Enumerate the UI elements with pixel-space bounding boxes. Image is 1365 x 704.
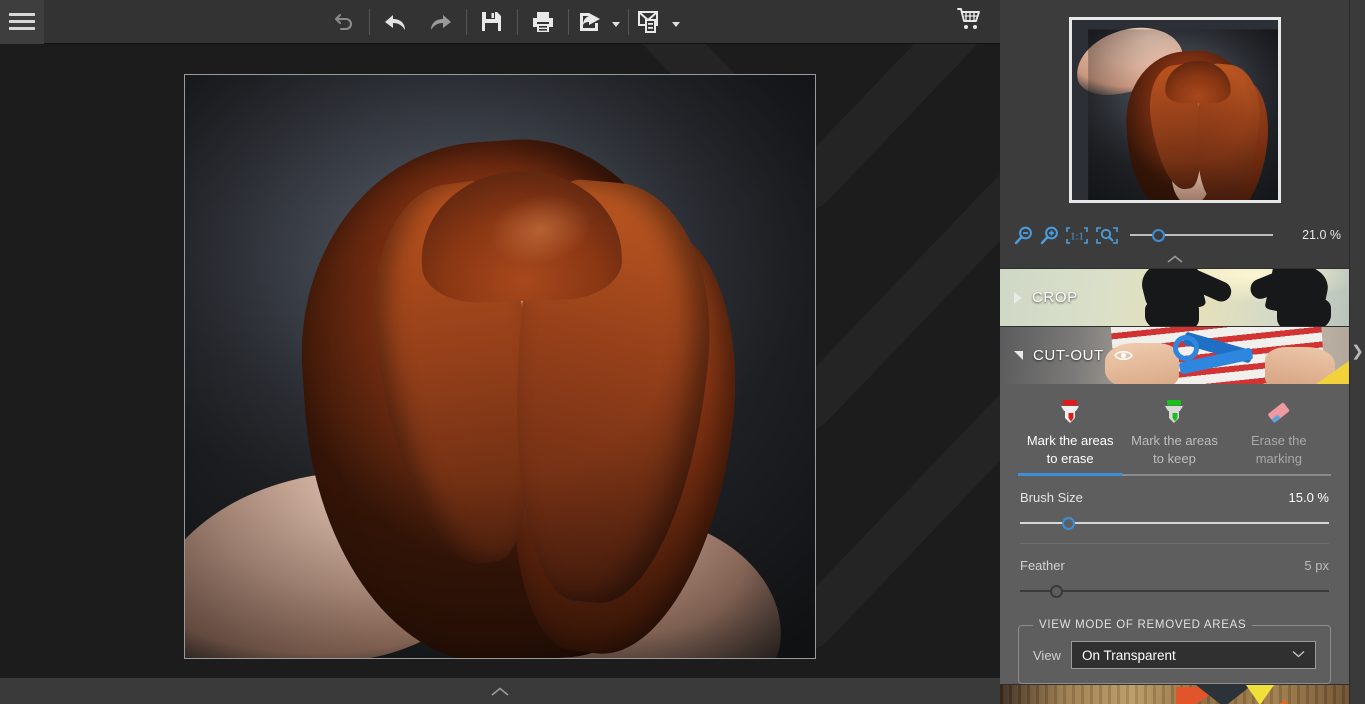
preview-thumbnail[interactable] [1068, 17, 1281, 203]
brush-size-label: Brush Size [1020, 490, 1083, 505]
zoom-level-value: 21.0 % [1302, 228, 1341, 242]
edited-photo[interactable] [184, 74, 816, 659]
cutout-title-row: CUT-OUT [1000, 347, 1133, 364]
cutout-tool-buttons: Mark the areas to erase Mark the areas to [1000, 394, 1349, 474]
actual-size-1-1-icon[interactable]: 1:1 [1064, 223, 1090, 247]
collapse-triangle-icon[interactable] [1014, 351, 1023, 360]
application-window: 1:1 21.0 % CROP CUT-OUT Mark the areas t… [0, 0, 1365, 704]
slider-feather: Feather 5 px [1000, 544, 1349, 601]
feather-label: Feather [1020, 558, 1065, 573]
thumbnail-photo [1071, 20, 1278, 200]
chevron-right-icon: ❯ [1351, 343, 1364, 360]
eraser-icon [1264, 398, 1294, 426]
feather-slider-handle[interactable] [1050, 584, 1063, 598]
toolbar-separator [567, 8, 569, 35]
cart-icon [957, 7, 983, 36]
view-mode-group: VIEW MODE OF REMOVED AREAS View On Trans… [1018, 619, 1331, 684]
editor-main-area [0, 0, 1000, 704]
marker-green-icon [1160, 398, 1188, 426]
zoom-controls: 1:1 21.0 % [1000, 220, 1365, 250]
toolbar-separator [627, 8, 629, 35]
section-label-crop: CROP [1032, 289, 1078, 306]
brush-size-slider-handle[interactable] [1062, 516, 1075, 530]
chevron-down-icon [1292, 649, 1305, 661]
hamburger-menu-button[interactable] [0, 0, 44, 44]
zoom-out-icon[interactable] [1012, 223, 1034, 247]
marker-red-icon [1056, 398, 1084, 426]
view-label: View [1033, 647, 1061, 663]
cart-button[interactable] [948, 0, 992, 44]
redo-icon[interactable] [418, 0, 464, 44]
next-section-banner-art [1000, 685, 1349, 704]
panel-collapse-handle[interactable]: ❯ [1349, 0, 1365, 704]
section-header-crop[interactable]: CROP [1000, 268, 1349, 326]
fit-to-screen-icon[interactable] [1094, 223, 1120, 247]
feather-slider[interactable] [1020, 581, 1329, 601]
zoom-slider-handle[interactable] [1152, 228, 1165, 242]
section-label-cutout: CUT-OUT [1033, 347, 1104, 364]
top-toolbar [0, 0, 1000, 44]
save-icon[interactable] [469, 0, 515, 44]
right-side-panel: 1:1 21.0 % CROP CUT-OUT Mark the areas t… [1000, 0, 1365, 704]
tool-label: Erase the marking [1250, 433, 1307, 466]
toolbar-separator [368, 8, 370, 35]
toolbar-separator [516, 8, 518, 35]
brush-size-slider[interactable] [1020, 513, 1329, 533]
feather-value: 5 px [1304, 558, 1329, 573]
print-icon[interactable] [520, 0, 566, 44]
section-header-cutout[interactable]: CUT-OUT [1000, 326, 1349, 384]
active-tool-underline [1018, 473, 1331, 476]
chevron-up-icon [1167, 255, 1182, 263]
preview-thumbnail-container [1000, 0, 1365, 220]
crop-title-row: CROP [1000, 289, 1078, 306]
tool-label: Mark the areas to erase [1026, 433, 1114, 466]
revert-all-icon[interactable] [321, 0, 367, 44]
expand-triangle-icon[interactable] [1014, 291, 1022, 304]
eye-icon[interactable] [1113, 349, 1133, 362]
tool-erase-the-marking[interactable]: Erase the marking [1227, 398, 1331, 474]
tool-mark-areas-to-keep[interactable]: Mark the areas to keep [1122, 398, 1226, 474]
zoom-in-icon[interactable] [1038, 223, 1060, 247]
photo-vignette [185, 75, 815, 658]
bottom-panel-toggle[interactable] [0, 678, 1000, 704]
section-header-next[interactable] [1000, 684, 1349, 704]
share-dropdown-caret-icon[interactable] [611, 22, 620, 27]
tool-label: Mark the areas to keep [1131, 433, 1218, 466]
view-mode-selected-value: On Transparent [1081, 647, 1176, 663]
image-canvas[interactable] [0, 44, 1000, 678]
tool-mark-areas-to-erase[interactable]: Mark the areas to erase [1018, 398, 1122, 474]
undo-icon[interactable] [372, 0, 418, 44]
cutout-panel-body: Mark the areas to erase Mark the areas to [1000, 384, 1349, 684]
toolbar-separator [465, 8, 467, 35]
toolbar-center-group [0, 0, 1000, 44]
brush-size-value: 15.0 % [1288, 490, 1329, 505]
send-dropdown-caret-icon[interactable] [671, 22, 680, 27]
preview-collapse-toggle[interactable] [1000, 250, 1365, 268]
view-mode-legend: VIEW MODE OF REMOVED AREAS [1039, 619, 1247, 631]
slider-brush-size: Brush Size 15.0 % [1000, 476, 1349, 533]
view-mode-select[interactable]: On Transparent [1070, 641, 1316, 669]
hamburger-icon [9, 9, 35, 34]
chevron-up-icon [491, 686, 509, 696]
zoom-slider[interactable] [1130, 225, 1273, 245]
share-icon[interactable] [571, 0, 609, 44]
svg-text:1:1: 1:1 [1070, 231, 1083, 242]
send-email-icon[interactable] [631, 0, 669, 44]
